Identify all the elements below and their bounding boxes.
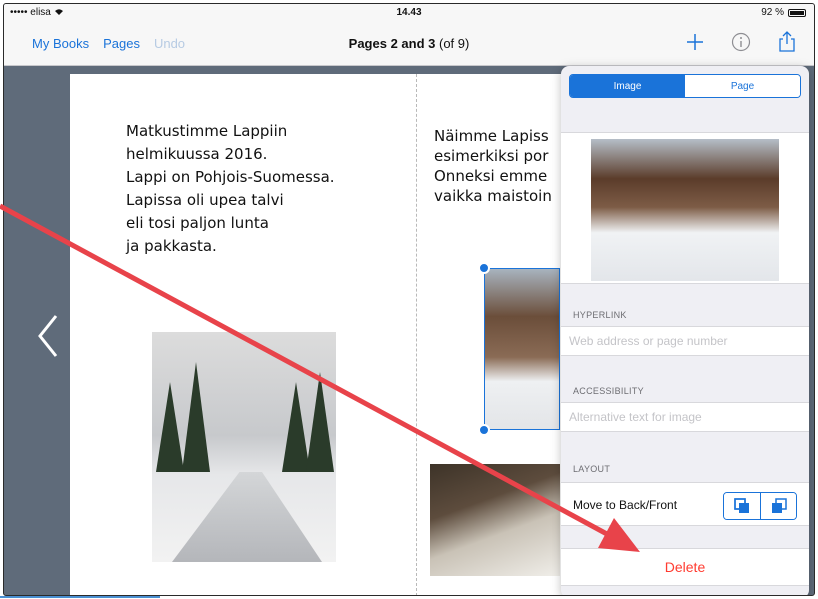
move-back-front-label: Move to Back/Front — [573, 498, 678, 512]
snowy-road-photo[interactable] — [152, 332, 336, 562]
accessibility-label: ACCESSIBILITY — [573, 386, 644, 396]
bottom-accent-line — [0, 596, 160, 598]
battery-status: 92 % — [761, 7, 806, 18]
tab-image[interactable]: Image — [570, 75, 685, 97]
image-page-toggle: Image Page — [569, 74, 801, 98]
battery-percent: 92 % — [761, 7, 784, 18]
accessibility-row — [561, 402, 809, 432]
tree-shape — [182, 362, 210, 472]
status-time: 14.43 — [396, 7, 422, 18]
alt-text-input[interactable] — [561, 403, 809, 431]
nav-right-group — [684, 30, 798, 54]
page-title-total: (of 9) — [435, 36, 470, 51]
layer-buttons — [723, 492, 797, 520]
battery-icon — [788, 8, 806, 17]
selection-handle[interactable] — [478, 424, 490, 436]
layout-label: LAYOUT — [573, 464, 611, 474]
image-options-popover: Image Page HYPERLINK ACCESSIBILITY LAYOU… — [561, 66, 809, 595]
hyperlink-row — [561, 326, 809, 356]
selection-handle[interactable] — [478, 262, 490, 274]
tree-shape — [156, 382, 184, 472]
ipad-screen: ••••• elisa 14.43 92 % My Books Pages Un… — [3, 3, 815, 596]
page-2-text[interactable]: Matkustimme Lappiin helmikuussa 2016. La… — [126, 120, 396, 258]
popover-header-strip — [561, 104, 809, 132]
delete-label: Delete — [664, 559, 706, 575]
road-shape — [172, 472, 322, 562]
layout-row: Move to Back/Front — [561, 482, 809, 526]
move-to-back-button[interactable] — [724, 493, 760, 519]
page-divider — [416, 74, 417, 595]
page-3-text[interactable]: Näimme Lapiss esimerkiksi por Onneksi em… — [434, 126, 564, 226]
hyperlink-label: HYPERLINK — [573, 310, 627, 320]
image-preview — [591, 139, 779, 281]
status-bar: ••••• elisa 14.43 92 % — [4, 4, 814, 22]
popover-caret — [721, 66, 739, 67]
image-preview-card — [561, 132, 809, 284]
chevron-left-icon[interactable] — [34, 312, 62, 360]
navigation-bar: My Books Pages Undo Pages 2 and 3 (of 9) — [4, 22, 814, 66]
selection-box — [484, 268, 560, 430]
plus-icon[interactable] — [684, 30, 706, 54]
move-to-back-icon — [734, 498, 749, 513]
page-title-pages: Pages 2 and 3 — [348, 36, 436, 51]
hyperlink-input[interactable] — [561, 327, 809, 355]
tab-page[interactable]: Page — [685, 75, 800, 97]
move-to-front-icon — [771, 498, 787, 513]
share-icon[interactable] — [776, 30, 798, 54]
tree-shape — [306, 372, 334, 472]
delete-button[interactable]: Delete — [561, 548, 809, 586]
info-icon[interactable] — [730, 30, 752, 54]
move-to-front-button[interactable] — [760, 493, 796, 519]
sled-dogs-photo[interactable] — [430, 464, 560, 576]
